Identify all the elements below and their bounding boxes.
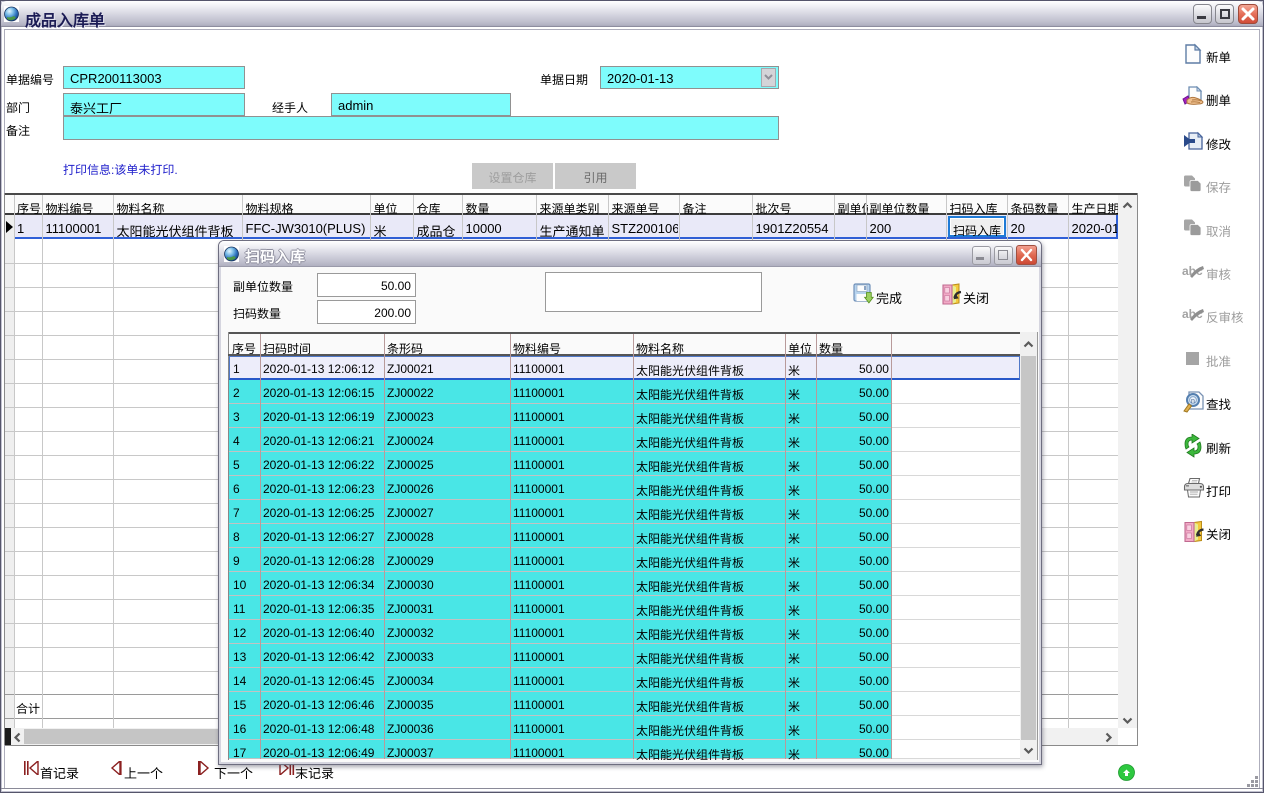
svg-text:n: n: [1191, 398, 1195, 405]
